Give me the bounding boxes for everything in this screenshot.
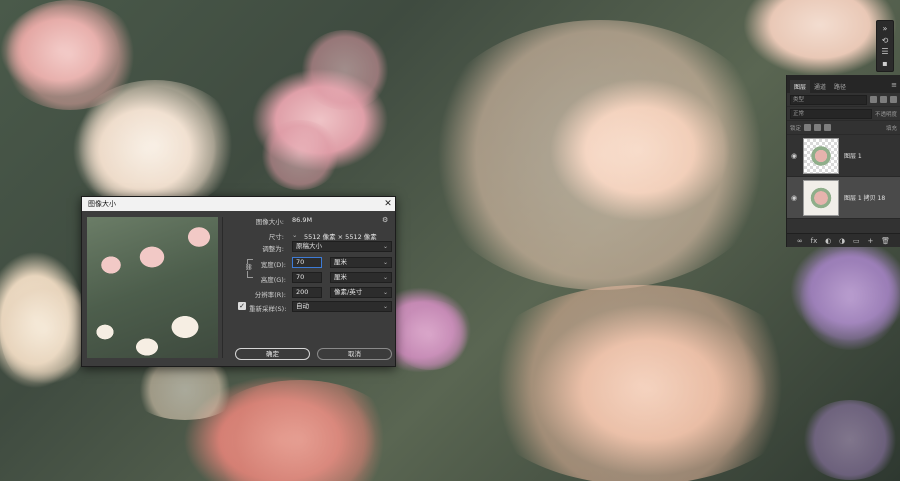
ok-button[interactable]: 确定 bbox=[235, 348, 310, 360]
comment-icon[interactable]: ▪ bbox=[881, 59, 890, 68]
layer-row[interactable]: ◉ 图层 1 bbox=[787, 135, 900, 177]
fx-icon[interactable]: fx bbox=[811, 237, 818, 245]
resample-value: 自动 bbox=[296, 302, 309, 310]
adjust-icon[interactable]: ☰ bbox=[881, 47, 890, 56]
layer-thumbnail bbox=[803, 179, 839, 216]
filter-type-icon[interactable] bbox=[890, 96, 897, 103]
layers-footer-toolbar: ∞ fx ◐ ◑ ▭ + 🗑 bbox=[787, 233, 900, 247]
history-icon[interactable]: ⟲ bbox=[881, 36, 890, 45]
fit-to-select[interactable]: 原稿大小 ⌄ bbox=[292, 241, 392, 252]
tab-layers[interactable]: 图层 bbox=[790, 80, 811, 93]
layer-thumbnail bbox=[803, 137, 839, 174]
panel-dock-toolbar: » ⟲ ☰ ▪ bbox=[876, 20, 894, 72]
resample-checkbox[interactable]: ✓ bbox=[238, 302, 246, 310]
width-input[interactable]: 70 bbox=[292, 257, 322, 268]
fit-to-value: 原稿大小 bbox=[296, 242, 322, 250]
new-layer-icon[interactable]: + bbox=[867, 237, 873, 245]
dimensions-dropdown-icon[interactable]: ⌄ bbox=[292, 231, 297, 239]
resolution-unit-select[interactable]: 像素/英寸 ⌄ bbox=[330, 287, 392, 298]
group-icon[interactable]: ▭ bbox=[853, 237, 860, 245]
width-unit-select[interactable]: 厘米 ⌄ bbox=[330, 257, 392, 268]
adjustment-layer-icon[interactable]: ◑ bbox=[839, 237, 845, 245]
height-input[interactable]: 70 bbox=[292, 272, 322, 283]
layer-row-selected[interactable]: ◉ 图层 1 拷贝 18 bbox=[787, 177, 900, 219]
layer-filter-row: 类型 bbox=[787, 93, 900, 107]
height-unit: 厘米 bbox=[334, 273, 347, 281]
lock-pixels-icon[interactable] bbox=[804, 124, 812, 131]
lock-label: 锁定 bbox=[790, 125, 802, 132]
dialog-title: 图像大小 bbox=[88, 200, 116, 208]
lock-fill-row: 锁定 填充 bbox=[787, 121, 900, 135]
visibility-eye-icon[interactable]: ◉ bbox=[790, 152, 798, 160]
panel-menu-icon[interactable]: ≡ bbox=[891, 81, 897, 89]
dimensions-value: 5512 像素 × 5512 像素 bbox=[304, 233, 377, 241]
chevron-down-icon: ⌄ bbox=[382, 303, 388, 310]
dialog-titlebar[interactable]: 图像大小 ✕ bbox=[82, 197, 395, 211]
tab-paths[interactable]: 路径 bbox=[830, 80, 850, 93]
expand-icon[interactable]: » bbox=[881, 24, 890, 33]
resolution-unit: 像素/英寸 bbox=[334, 288, 363, 296]
link-layers-icon[interactable]: ∞ bbox=[797, 237, 803, 245]
mask-icon[interactable]: ◐ bbox=[825, 237, 831, 245]
layer-name: 图层 1 bbox=[844, 153, 862, 160]
height-label: 高度(G): bbox=[260, 276, 286, 284]
lock-position-icon[interactable] bbox=[814, 124, 822, 131]
blend-opacity-row: 正常 不透明度 bbox=[787, 107, 900, 121]
layer-name: 图层 1 拷贝 18 bbox=[844, 195, 886, 202]
gear-icon[interactable]: ⚙ bbox=[382, 216, 388, 224]
chevron-down-icon: ⌄ bbox=[382, 289, 388, 296]
image-size-value: 86.9M bbox=[292, 216, 313, 224]
height-unit-select[interactable]: 厘米 ⌄ bbox=[330, 272, 392, 283]
fit-to-label: 调整为: bbox=[262, 245, 284, 253]
filter-adjust-icon[interactable] bbox=[880, 96, 887, 103]
layers-panel-tabs: 图层 通道 路径 ≡ bbox=[787, 75, 900, 93]
tab-channels[interactable]: 通道 bbox=[810, 80, 830, 93]
visibility-eye-icon[interactable]: ◉ bbox=[790, 194, 798, 202]
delete-layer-icon[interactable]: 🗑 bbox=[881, 237, 890, 245]
width-unit: 厘米 bbox=[334, 258, 347, 266]
cancel-button[interactable]: 取消 bbox=[317, 348, 392, 360]
layer-filter-select[interactable]: 类型 bbox=[790, 94, 867, 105]
close-icon[interactable]: ✕ bbox=[381, 199, 395, 209]
blend-mode-select[interactable]: 正常 bbox=[790, 108, 872, 119]
resolution-input[interactable]: 200 bbox=[292, 287, 322, 298]
image-preview[interactable] bbox=[87, 217, 218, 358]
chevron-down-icon: ⌄ bbox=[382, 259, 388, 266]
resolution-label: 分辨率(R): bbox=[254, 291, 286, 299]
width-label: 宽度(D): bbox=[260, 261, 286, 269]
divider bbox=[222, 217, 223, 358]
resample-label: 重新采样(S): bbox=[249, 305, 287, 313]
filter-pixel-icon[interactable] bbox=[870, 96, 877, 103]
chevron-down-icon: ⌄ bbox=[382, 243, 388, 250]
opacity-label: 不透明度 bbox=[874, 111, 897, 118]
dimensions-label: 尺寸: bbox=[268, 233, 284, 241]
resample-select[interactable]: 自动 ⌄ bbox=[292, 301, 392, 312]
layers-panel: 图层 通道 路径 ≡ 类型 正常 不透明度 锁定 填充 ◉ 图层 1 ◉ 图层 … bbox=[786, 75, 900, 247]
lock-all-icon[interactable] bbox=[824, 124, 832, 131]
chevron-down-icon: ⌄ bbox=[382, 274, 388, 281]
fill-label: 填充 bbox=[885, 125, 897, 132]
image-size-label: 图像大小: bbox=[255, 218, 284, 226]
